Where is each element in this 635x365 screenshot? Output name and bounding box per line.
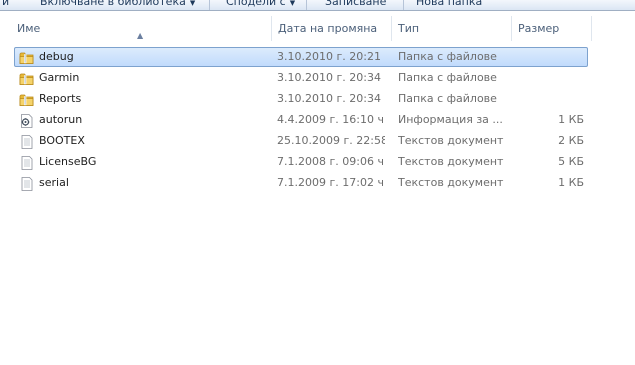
file-date: 3.10.2010 г. 20:34 ч. (277, 71, 385, 84)
file-type: Текстов документ (398, 155, 504, 168)
folder-icon (19, 92, 35, 108)
file-size: 5 КБ (558, 155, 584, 168)
file-name: Garmin (39, 71, 80, 84)
chevron-down-icon: ▼ (189, 0, 196, 7)
file-date: 4.4.2009 г. 16:10 ч. (277, 113, 385, 126)
toolbar-divider (209, 0, 210, 10)
file-type: Папка с файлове (398, 71, 497, 84)
command-bar: и Включване в библиотека ▼ Сподели с ▼ Зап… (0, 0, 635, 11)
file-name: autorun (39, 113, 83, 126)
file-row[interactable]: BOOTEX 25.10.2009 г. 22:58... Текстов до… (14, 131, 588, 151)
file-type: Информация за ... (398, 113, 503, 126)
file-type: Текстов документ (398, 134, 504, 147)
sort-ascending-icon: ▲ (137, 31, 144, 40)
file-type: Папка с файлове (398, 92, 497, 105)
file-size (514, 69, 584, 89)
folder-icon (19, 71, 35, 87)
share-with-button[interactable]: Сподели с ▼ (226, 0, 295, 10)
toolbar-divider (306, 0, 307, 10)
column-header-date[interactable]: Дата на промяна (272, 16, 392, 41)
file-size (514, 90, 584, 110)
file-row[interactable]: Garmin 3.10.2010 г. 20:34 ч. Папка с фай… (14, 68, 588, 88)
file-date: 3.10.2010 г. 20:21 ч. (277, 50, 385, 63)
file-name: debug (39, 50, 74, 63)
file-row[interactable]: debug 3.10.2010 г. 20:21 ч. Папка с файл… (14, 47, 588, 67)
text-document-icon (19, 155, 35, 171)
file-date: 25.10.2009 г. 22:58... (277, 134, 385, 147)
column-header-row: Име ▲ Дата на промяна Тип Размер (0, 16, 635, 41)
chevron-down-icon: ▼ (289, 0, 296, 7)
toolbar-partial-item[interactable]: и (2, 0, 9, 10)
file-name: serial (39, 176, 69, 189)
file-type: Папка с файлове (398, 50, 497, 63)
file-row[interactable]: Reports 3.10.2010 г. 20:34 ч. Папка с фа… (14, 89, 588, 109)
text-document-icon (19, 134, 35, 150)
toolbar-divider (403, 0, 404, 10)
new-folder-button[interactable]: Нова папка (416, 0, 482, 10)
file-name: BOOTEX (39, 134, 85, 147)
file-date: 7.1.2009 г. 17:02 ч. (277, 176, 385, 189)
file-row[interactable]: LicenseBG 7.1.2008 г. 09:06 ч. Текстов д… (14, 152, 588, 172)
file-type: Текстов документ (398, 176, 504, 189)
file-row[interactable]: serial 7.1.2009 г. 17:02 ч. Текстов доку… (14, 173, 588, 193)
setup-info-icon (19, 113, 35, 129)
file-name: Reports (39, 92, 82, 105)
column-header-type[interactable]: Тип (392, 16, 512, 41)
file-row[interactable]: autorun 4.4.2009 г. 16:10 ч. Информация … (14, 110, 588, 130)
file-size: 1 КБ (558, 113, 584, 126)
column-header-size[interactable]: Размер (512, 16, 592, 41)
share-with-label: Сподели с (226, 0, 286, 8)
file-size (514, 48, 584, 68)
file-size: 1 КБ (558, 176, 584, 189)
include-in-library-label: Включване в библиотека (40, 0, 186, 8)
file-date: 3.10.2010 г. 20:34 ч. (277, 92, 385, 105)
text-document-icon (19, 176, 35, 192)
folder-icon (19, 50, 35, 66)
include-in-library-button[interactable]: Включване в библиотека ▼ (40, 0, 195, 10)
file-date: 7.1.2008 г. 09:06 ч. (277, 155, 385, 168)
file-name: LicenseBG (39, 155, 97, 168)
burn-button[interactable]: Записване (325, 0, 386, 10)
file-size: 2 КБ (558, 134, 584, 147)
